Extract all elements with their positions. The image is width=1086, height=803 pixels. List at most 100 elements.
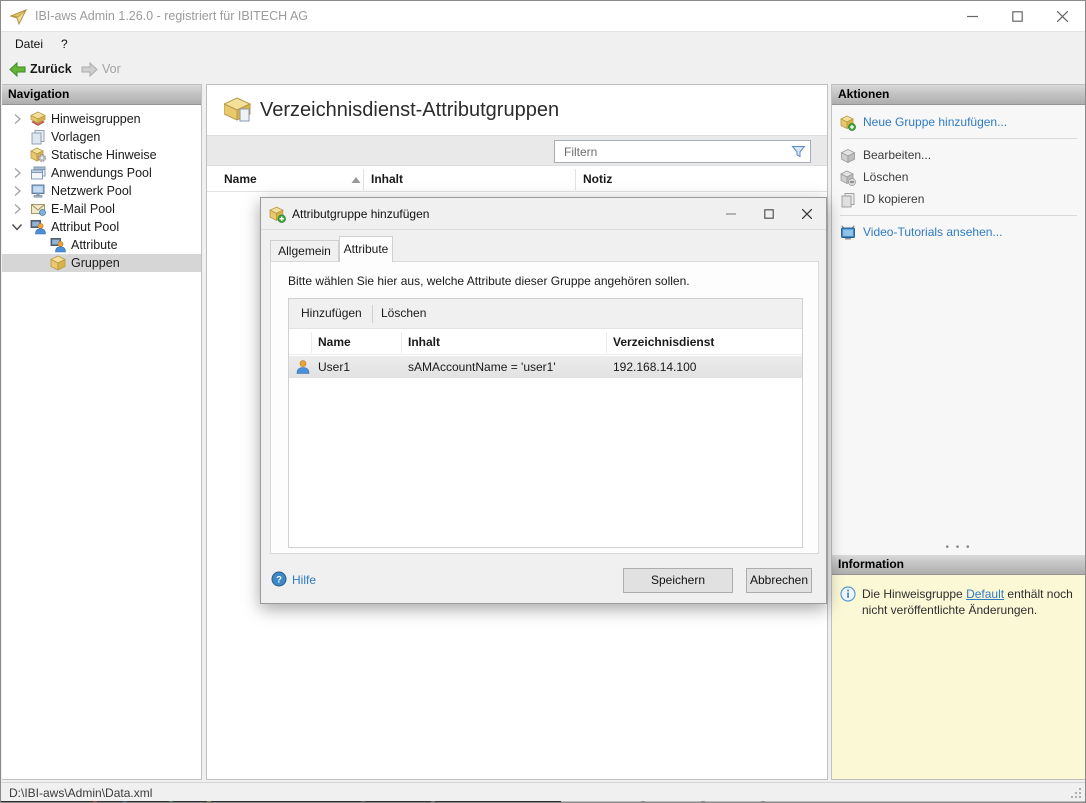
help-icon: ? [271,571,287,587]
add-group-icon [840,115,856,131]
info-icon [840,586,856,602]
list-column-inhalt[interactable]: Inhalt [408,335,440,349]
sidebar-item-email-pool[interactable]: E-Mail Pool [2,200,201,218]
dialog-title: Attributgruppe hinzufügen [292,207,430,221]
sidebar-item-hinweisgruppen[interactable]: Hinweisgruppen [2,110,201,128]
cell-verzeichnisdienst: 192.168.14.100 [613,360,697,374]
data-file-path: D:\IBI-aws\Admin\Data.xml [9,786,153,800]
chevron-down-icon[interactable] [10,220,24,234]
dialog-icon [269,206,286,223]
add-attribute-group-dialog: Attributgruppe hinzufügen Allgemein Attr… [260,197,827,604]
list-toolbar: Hinzufügen Löschen [289,299,802,329]
groups-icon [50,255,66,271]
menu-datei[interactable]: Datei [10,37,48,54]
status-bar: D:\IBI-aws\Admin\Data.xml [1,782,1085,801]
sidebar-item-anwendungs-pool[interactable]: Anwendungs Pool [2,164,201,182]
table-header: Name Inhalt Notiz [207,167,827,192]
maximize-button[interactable] [995,1,1040,32]
close-button[interactable] [1040,1,1085,32]
forward-label: Vor [102,62,121,76]
app-icon [10,9,28,26]
action-copy-id[interactable]: ID kopieren [832,191,1085,209]
menu-bar: Datei ? [1,33,1085,57]
information-text: Die Hinweisgruppe Default enthält noch n… [862,587,1073,617]
svg-text:?: ? [276,575,282,586]
information-header: Information [832,555,1085,575]
menu-help[interactable]: ? [56,37,73,54]
list-column-verzeichnisdienst[interactable]: Verzeichnisdienst [613,335,714,349]
static-notices-icon [30,147,46,162]
user-icon [296,360,310,374]
dialog-minimize-button[interactable] [712,198,750,230]
delete-attribute-button[interactable]: Löschen [381,306,426,322]
window-title: IBI-aws Admin 1.26.0 - registriert für I… [35,9,309,23]
column-inhalt[interactable]: Inhalt [371,172,403,186]
filter-icon[interactable] [791,144,806,159]
column-name[interactable]: Name [224,172,257,186]
tab-attribute[interactable]: Attribute [339,236,393,262]
sidebar-item-vorlagen[interactable]: Vorlagen [2,128,201,146]
save-button[interactable]: Speichern [623,568,733,593]
page-title: Verzeichnisdienst-Attributgruppen [260,99,560,121]
attribute-row-user1[interactable]: User1 sAMAccountName = 'user1' 192.168.1… [289,356,802,378]
resize-grip[interactable] [1070,787,1082,799]
cancel-button[interactable]: Abbrechen [746,568,812,593]
default-group-link[interactable]: Default [966,587,1004,601]
sidebar-item-gruppen[interactable]: Gruppen [2,254,201,272]
network-pool-icon [31,184,45,198]
templates-icon [31,130,45,145]
edit-icon [840,149,856,164]
navigation-header: Navigation [2,85,201,105]
chevron-right-icon[interactable] [10,202,24,216]
back-arrow-icon [9,61,26,77]
navigation-panel: Navigation Hinweisgruppen Vorlagen Stati… [2,84,202,780]
email-pool-icon [31,204,46,216]
list-column-name[interactable]: Name [318,335,351,349]
attribute-pool-icon [30,220,46,235]
chevron-right-icon[interactable] [10,184,24,198]
column-notiz[interactable]: Notiz [583,172,612,186]
video-tutorials-icon [841,225,855,240]
add-attribute-button[interactable]: Hinzufügen [301,306,362,322]
panel-splitter[interactable]: • • • [832,543,1085,553]
chevron-right-icon[interactable] [10,112,24,126]
sidebar-item-statische-hinweise[interactable]: Statische Hinweise [2,146,201,164]
dialog-footer: ? Hilfe Speichern Abbrechen [261,554,826,603]
action-edit[interactable]: Bearbeiten... [832,147,1085,165]
forward-arrow-icon [81,61,98,77]
dialog-title-bar: Attributgruppe hinzufügen [261,198,826,230]
dialog-close-button[interactable] [788,198,826,230]
dialog-tab-panel: Bitte wählen Sie hier aus, welche Attrib… [270,261,819,554]
sidebar-item-attribut-pool[interactable]: Attribut Pool [2,218,201,236]
sort-asc-icon [351,177,361,183]
chevron-right-icon[interactable] [10,166,24,180]
cell-inhalt: sAMAccountName = 'user1' [408,360,556,374]
information-box: Die Hinweisgruppe Default enthält noch n… [832,575,1085,779]
copy-id-icon [841,193,855,208]
filter-box [554,140,811,163]
attribute-list: Hinzufügen Löschen Name Inhalt Verzeichn… [288,298,803,548]
nav-toolbar: Zurück Vor [1,57,1085,81]
back-label: Zurück [30,62,72,76]
application-pool-icon [31,166,46,180]
action-add-group[interactable]: Neue Gruppe hinzufügen... [832,114,1085,132]
title-bar: IBI-aws Admin 1.26.0 - registriert für I… [1,1,1085,32]
action-delete[interactable]: Löschen [832,169,1085,187]
actions-header: Aktionen [832,85,1085,105]
back-button[interactable]: Zurück [9,59,72,79]
navigation-tree: Hinweisgruppen Vorlagen Statische Hinwei… [2,105,201,272]
delete-icon [840,170,856,186]
filter-input[interactable] [555,141,785,162]
forward-button[interactable]: Vor [81,59,121,79]
sidebar-item-attribute[interactable]: Attribute [2,236,201,254]
dialog-maximize-button[interactable] [750,198,788,230]
list-header: Name Inhalt Verzeichnisdienst [289,330,802,355]
cell-name: User1 [318,360,351,374]
attribute-groups-icon [224,97,252,122]
tab-allgemein[interactable]: Allgemein [270,240,339,262]
sidebar-item-netzwerk-pool[interactable]: Netzwerk Pool [2,182,201,200]
notice-group-icon [30,111,46,126]
attributes-icon [50,238,66,253]
action-video-tutorials[interactable]: Video-Tutorials ansehen... [832,224,1085,242]
minimize-button[interactable] [950,1,995,32]
